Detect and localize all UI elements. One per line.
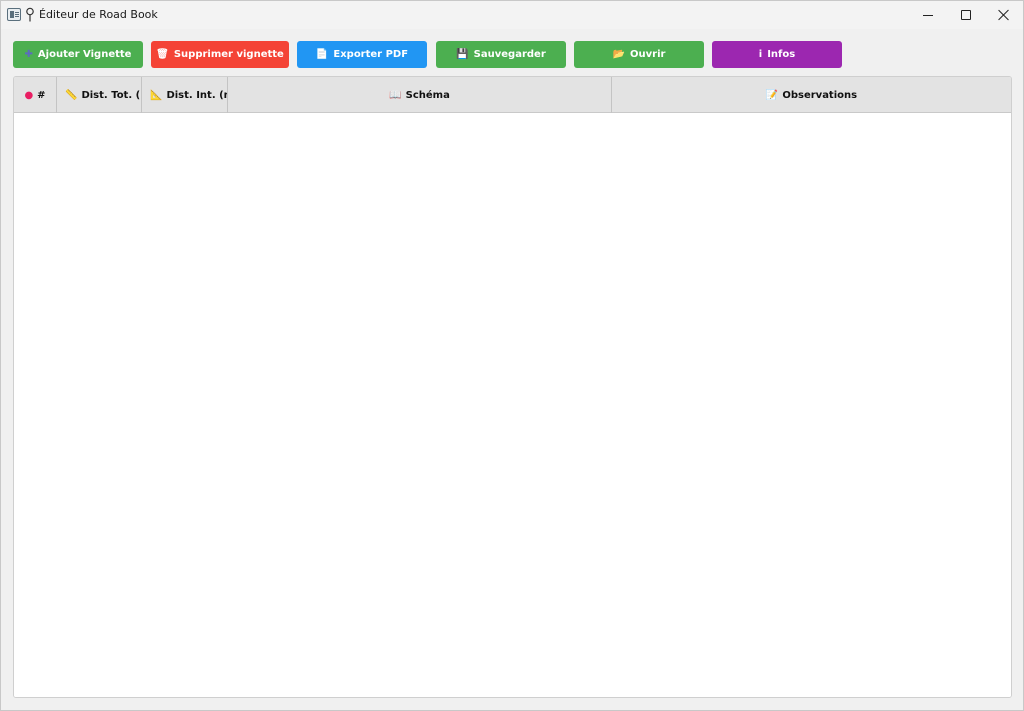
plus-icon: ✚ bbox=[24, 48, 33, 60]
ruler-icon: 📏 bbox=[65, 89, 78, 101]
maximize-button[interactable] bbox=[947, 1, 985, 29]
folder-icon: 📂 bbox=[612, 48, 625, 60]
column-label: Schéma bbox=[405, 89, 450, 101]
close-icon bbox=[998, 9, 1010, 21]
app-icon bbox=[7, 8, 21, 21]
column-label: Observations bbox=[782, 89, 858, 101]
roadbook-table[interactable]: ● # 📏 Dist. Tot. (m 📐 Dist. Int. (m 📖 Sc… bbox=[13, 76, 1012, 698]
column-label: # bbox=[37, 89, 46, 101]
maximize-icon bbox=[961, 10, 971, 20]
column-header-observations[interactable]: 📝 Observations bbox=[612, 77, 1011, 113]
table-body[interactable] bbox=[14, 113, 1011, 697]
open-button[interactable]: 📂 Ouvrir bbox=[574, 41, 704, 68]
column-header-total-distance[interactable]: 📏 Dist. Tot. (m bbox=[57, 77, 142, 113]
trash-icon: 🗑 bbox=[156, 48, 169, 60]
save-label: Sauvegarder bbox=[473, 49, 546, 60]
column-header-number[interactable]: ● # bbox=[14, 77, 57, 113]
close-button[interactable] bbox=[985, 1, 1023, 29]
column-label: Dist. Int. (m bbox=[166, 89, 228, 101]
table-header: ● # 📏 Dist. Tot. (m 📐 Dist. Int. (m 📖 Sc… bbox=[14, 77, 1011, 113]
document-icon: 📄 bbox=[315, 48, 329, 60]
column-header-intermediate-distance[interactable]: 📐 Dist. Int. (m bbox=[142, 77, 228, 113]
info-label: Infos bbox=[767, 49, 796, 60]
delete-vignette-label: Supprimer vignette bbox=[173, 49, 284, 60]
column-header-schema[interactable]: 📖 Schéma bbox=[228, 77, 612, 113]
add-vignette-label: Ajouter Vignette bbox=[37, 49, 132, 60]
info-button[interactable]: i Infos bbox=[712, 41, 842, 68]
minimize-icon bbox=[923, 14, 933, 16]
floppy-disk-icon: 💾 bbox=[456, 48, 469, 60]
book-icon: 📖 bbox=[389, 89, 402, 101]
export-pdf-label: Exporter PDF bbox=[333, 49, 409, 60]
map-pin-icon bbox=[26, 7, 34, 22]
save-button[interactable]: 💾 Sauvegarder bbox=[436, 41, 566, 68]
memo-icon: 📝 bbox=[765, 89, 779, 101]
column-label: Dist. Tot. (m bbox=[81, 89, 141, 101]
title-bar[interactable]: Éditeur de Road Book bbox=[1, 1, 1023, 29]
minimize-button[interactable] bbox=[909, 1, 947, 29]
delete-vignette-button[interactable]: 🗑 Supprimer vignette bbox=[151, 41, 289, 68]
toolbar: ✚ Ajouter Vignette 🗑 Supprimer vignette … bbox=[1, 29, 1023, 75]
pin-icon: ● bbox=[24, 89, 34, 101]
app-window: Éditeur de Road Book ✚ Ajouter Vignette … bbox=[0, 0, 1024, 711]
triangular-ruler-icon: 📐 bbox=[150, 89, 163, 101]
add-vignette-button[interactable]: ✚ Ajouter Vignette bbox=[13, 41, 143, 68]
export-pdf-button[interactable]: 📄 Exporter PDF bbox=[297, 41, 427, 68]
info-icon: i bbox=[758, 48, 763, 60]
window-title: Éditeur de Road Book bbox=[39, 8, 158, 21]
open-label: Ouvrir bbox=[630, 49, 666, 60]
